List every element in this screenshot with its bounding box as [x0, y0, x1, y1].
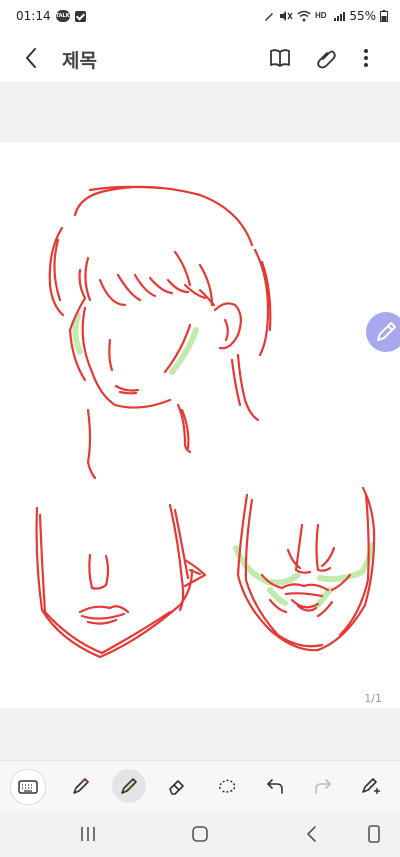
- pen-tool-button[interactable]: [64, 769, 98, 803]
- more-options-icon[interactable]: [354, 46, 378, 70]
- keyboard-tool-button[interactable]: [10, 769, 46, 805]
- status-bar: 01:14 TALK HD 55%: [0, 0, 400, 34]
- eraser-icon: [169, 780, 184, 795]
- hd-voice-icon: HD: [315, 11, 327, 20]
- highlighter-icon: [121, 778, 137, 794]
- lasso-tool-button[interactable]: [210, 769, 244, 803]
- status-time: 01:14: [16, 9, 51, 23]
- system-nav-bar: [0, 810, 400, 857]
- red-pen-icon: [73, 778, 89, 794]
- note-title[interactable]: 제목: [62, 46, 97, 73]
- battery-percent: 55%: [349, 9, 376, 23]
- battery-icon: [380, 10, 388, 22]
- page-gap: [0, 82, 400, 142]
- upper-face-highlights: [72, 312, 199, 375]
- redo-button[interactable]: [306, 769, 340, 803]
- home-icon[interactable]: [188, 822, 212, 846]
- drawing-toolbar: [0, 760, 400, 811]
- rotate-screen-icon[interactable]: [362, 822, 386, 846]
- back-arrow-icon[interactable]: [20, 46, 44, 70]
- pen-mode-button[interactable]: [366, 312, 400, 352]
- redo-icon: [315, 779, 331, 794]
- wifi-icon: [297, 10, 311, 22]
- page-indicator: 1/1: [364, 692, 382, 705]
- lower-left-face-sketch: [35, 503, 207, 659]
- sketch-drawing: [35, 185, 376, 659]
- lower-right-highlights: [233, 542, 375, 608]
- svg-text:HD: HD: [315, 11, 327, 20]
- undo-button[interactable]: [258, 769, 292, 803]
- highlighter-tool-button[interactable]: [112, 769, 146, 803]
- mute-icon: [280, 11, 293, 21]
- attach-icon[interactable]: [315, 46, 339, 70]
- lasso-select-icon: [219, 779, 236, 793]
- status-right: HD 55%: [263, 9, 388, 23]
- checkbox-notification-icon: [74, 10, 86, 22]
- nav-back-icon[interactable]: [300, 822, 324, 846]
- pen-settings-icon: [362, 778, 380, 794]
- pen-fab-icon: [377, 322, 396, 341]
- book-view-icon[interactable]: [268, 46, 292, 70]
- app-bar: 제목: [0, 34, 400, 82]
- talk-badge-icon: TALK: [55, 10, 70, 22]
- pen-settings-button[interactable]: [354, 769, 388, 803]
- upper-head-sketch: [48, 185, 272, 480]
- lower-right-face-sketch: [236, 486, 376, 652]
- recent-apps-icon[interactable]: [76, 822, 100, 846]
- status-left: 01:14 TALK: [16, 9, 86, 23]
- drawing-canvas[interactable]: [0, 142, 400, 708]
- signal-icon: [334, 12, 346, 21]
- undo-icon: [267, 779, 283, 794]
- eraser-tool-button[interactable]: [160, 769, 194, 803]
- pen-status-icon: [265, 13, 274, 21]
- keyboard-icon: [18, 780, 38, 794]
